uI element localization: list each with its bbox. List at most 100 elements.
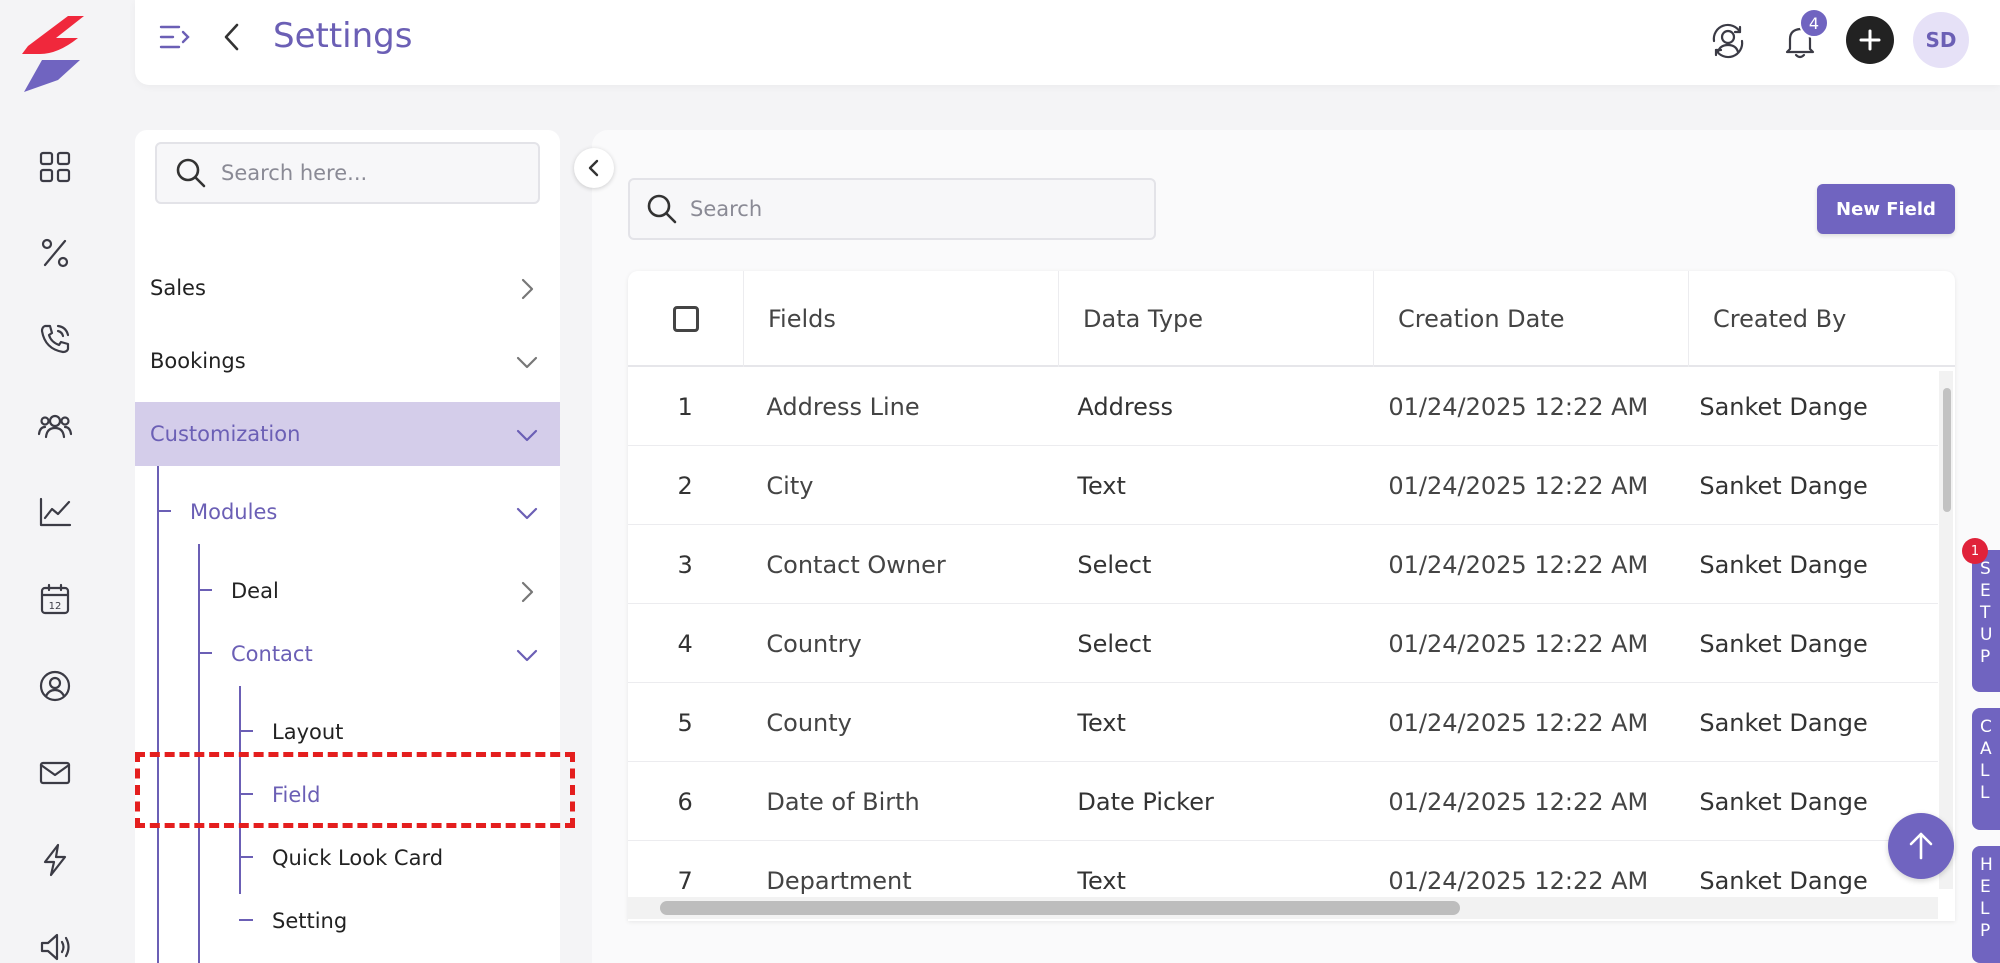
table-header: Fields Data Type Creation Date Created B…	[628, 271, 1955, 367]
table-row[interactable]: 1 Address Line Address 01/24/2025 12:22 …	[628, 367, 1938, 446]
created-by: Sanket Dange	[1699, 629, 1868, 658]
table-row[interactable]: 5 County Text 01/24/2025 12:22 AM Sanket…	[628, 683, 1938, 762]
call-side-tab[interactable]: C A L L	[1972, 708, 2000, 830]
chevron-down-icon	[516, 649, 538, 662]
chevron-down-icon	[516, 429, 538, 442]
account-sync-icon[interactable]	[1703, 16, 1753, 66]
back-arrow-icon[interactable]	[217, 20, 247, 54]
phone-icon[interactable]	[33, 317, 77, 361]
notification-count-badge: 4	[1799, 8, 1829, 38]
row-number: 2	[677, 471, 693, 500]
chart-icon[interactable]	[33, 490, 77, 534]
field-name: Date of Birth	[766, 787, 920, 816]
sidebar-item-label: Bookings	[150, 349, 246, 373]
data-type: Select	[1077, 550, 1152, 579]
sidebar-item-layout[interactable]: Layout	[135, 700, 560, 764]
field-name: Address Line	[766, 392, 920, 421]
sidebar-item-contact[interactable]: Contact	[135, 622, 560, 686]
field-name: City	[766, 471, 814, 500]
row-number: 6	[677, 787, 693, 816]
bolt-icon[interactable]	[33, 838, 77, 882]
contact-icon[interactable]	[33, 664, 77, 708]
search-icon	[176, 158, 206, 188]
creation-date: 01/24/2025 12:22 AM	[1388, 471, 1649, 500]
sidebar-item-label: Field	[272, 783, 321, 807]
data-type: Select	[1077, 629, 1152, 658]
scroll-to-top-button[interactable]	[1888, 813, 1954, 879]
speaker-icon[interactable]	[33, 925, 77, 963]
fields-search-input[interactable]	[690, 197, 1130, 221]
data-type: Text	[1077, 471, 1126, 500]
table-row[interactable]: 2 City Text 01/24/2025 12:22 AM Sanket D…	[628, 446, 1938, 525]
calendar-icon[interactable]: 12	[33, 577, 77, 621]
chevron-right-icon	[521, 278, 534, 300]
sidebar-item-label: Sales	[150, 276, 206, 300]
row-number: 4	[677, 629, 693, 658]
table-row[interactable]: 6 Date of Birth Date Picker 01/24/2025 1…	[628, 762, 1938, 841]
sidebar-search[interactable]	[155, 142, 540, 204]
svg-text:12: 12	[49, 601, 62, 612]
add-button[interactable]	[1846, 16, 1894, 64]
sidebar-item-label: Modules	[190, 500, 278, 524]
row-number: 1	[677, 392, 693, 421]
app-logo[interactable]	[18, 12, 84, 92]
collapse-sidebar-button[interactable]	[574, 148, 614, 188]
sidebar-item-label: Contact	[231, 642, 313, 666]
field-name: Country	[766, 629, 862, 658]
creation-date: 01/24/2025 12:22 AM	[1388, 629, 1649, 658]
column-header-fields[interactable]: Fields	[744, 271, 1059, 367]
menu-toggle-icon[interactable]	[157, 20, 191, 54]
sidebar-item-field[interactable]: Field	[135, 763, 560, 827]
column-header-creation-date[interactable]: Creation Date	[1374, 271, 1689, 367]
sidebar-item-deal[interactable]: Deal	[135, 559, 560, 623]
users-icon[interactable]	[33, 404, 77, 448]
sidebar-item-modules[interactable]: Modules	[135, 480, 560, 544]
sidebar-item-sales[interactable]: Sales	[135, 256, 560, 320]
vertical-scrollbar-thumb[interactable]	[1943, 388, 1951, 512]
sidebar-item-bookings[interactable]: Bookings	[135, 329, 560, 393]
header-checkbox-cell	[628, 271, 744, 367]
sidebar-item-label: Setting	[272, 909, 348, 933]
dashboard-icon[interactable]	[33, 145, 77, 189]
sidebar-search-input[interactable]	[221, 161, 511, 185]
creation-date: 01/24/2025 12:22 AM	[1388, 708, 1649, 737]
sidebar-item-customization[interactable]: Customization	[135, 402, 560, 466]
select-all-checkbox[interactable]	[672, 306, 699, 332]
data-type: Address	[1077, 392, 1173, 421]
creation-date: 01/24/2025 12:22 AM	[1388, 787, 1649, 816]
left-rail: 12	[0, 0, 110, 963]
sidebar-item-label: Quick Look Card	[272, 846, 444, 870]
created-by: Sanket Dange	[1699, 392, 1868, 421]
sidebar-item-quick-look-card[interactable]: Quick Look Card	[135, 826, 560, 890]
created-by: Sanket Dange	[1699, 471, 1868, 500]
chevron-right-icon	[521, 581, 534, 603]
mail-icon[interactable]	[33, 751, 77, 795]
page-title: Settings	[273, 16, 413, 56]
sidebar-item-label: Layout	[272, 720, 344, 744]
fields-search[interactable]	[628, 178, 1156, 240]
search-icon	[647, 194, 677, 224]
sidebar-item-setting[interactable]: Setting	[135, 889, 560, 953]
row-number: 5	[677, 708, 693, 737]
arrow-up-icon	[1909, 832, 1933, 860]
data-type: Date Picker	[1077, 787, 1214, 816]
table-row[interactable]: 3 Contact Owner Select 01/24/2025 12:22 …	[628, 525, 1938, 604]
sidebar-item-label: Customization	[150, 422, 301, 446]
table-row[interactable]: 4 Country Select 01/24/2025 12:22 AM San…	[628, 604, 1938, 683]
user-avatar[interactable]: SD	[1913, 12, 1969, 68]
new-field-button[interactable]: New Field	[1817, 184, 1955, 234]
horizontal-scrollbar-thumb[interactable]	[660, 901, 1460, 915]
column-header-created-by[interactable]: Created By	[1689, 271, 1955, 367]
row-number: 3	[677, 550, 693, 579]
created-by: Sanket Dange	[1699, 550, 1868, 579]
setup-side-tab[interactable]: S E T U P	[1972, 550, 2000, 692]
creation-date: 01/24/2025 12:22 AM	[1388, 550, 1649, 579]
help-side-tab[interactable]: H E L P	[1972, 846, 2000, 963]
field-name: County	[766, 708, 852, 737]
created-by: Sanket Dange	[1699, 708, 1868, 737]
percent-icon[interactable]	[33, 231, 77, 275]
plus-icon	[1859, 29, 1881, 51]
sidebar-item-label: Deal	[231, 579, 279, 603]
chevron-down-icon	[516, 356, 538, 369]
column-header-data-type[interactable]: Data Type	[1059, 271, 1374, 367]
